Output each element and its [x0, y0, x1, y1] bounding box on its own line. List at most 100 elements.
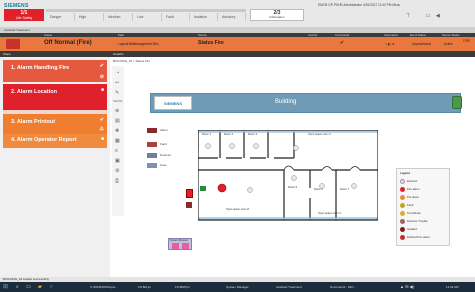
fire-alarm-icon	[400, 187, 405, 192]
alarm-device-icon	[182, 243, 189, 249]
breadcrumb[interactable]: BUILDING_01 > Status Fire	[113, 59, 150, 63]
category-danger[interactable]: Danger	[46, 13, 75, 21]
clock[interactable]: 11:44 AM	[446, 283, 458, 291]
print-icon[interactable]: ⎙	[115, 178, 119, 184]
fire-zone-marker[interactable]	[186, 189, 193, 198]
information-counter[interactable]: 2/3 Information	[250, 9, 304, 21]
taskbar-item[interactable]: FS Bld5.jrn	[175, 283, 190, 291]
sound-icon[interactable]: ◀	[436, 13, 440, 19]
category-medium[interactable]: Medium	[104, 13, 133, 21]
back-icon[interactable]: ↩	[115, 80, 119, 86]
taskbar: ⊞ ⌕ ▭ ▰ e C:\WINDOWS\syst... FS Bld.jrn …	[0, 282, 475, 292]
edit-icon[interactable]: ✎	[115, 90, 119, 96]
step-label: 1. Alarm Handling Fire	[11, 65, 70, 71]
user-info: ENGR-OP-PKHE Administrator 4/20/2017 11:…	[318, 3, 401, 7]
taskbar-item[interactable]: C:\WINDOWS\syst...	[90, 283, 118, 291]
source-status: Active	[444, 42, 453, 46]
search-icon[interactable]: ⌕	[16, 283, 19, 291]
blocked-icon: ⊘	[99, 74, 104, 80]
trouble-icon	[400, 219, 405, 224]
detector-icon	[229, 143, 235, 149]
layers-icon[interactable]: ▤	[115, 118, 120, 124]
information-label: Information	[269, 15, 285, 19]
device-marker[interactable]	[186, 202, 192, 208]
folder-icon[interactable]: ▰	[38, 283, 42, 291]
list-icon[interactable]: ≡	[115, 148, 118, 154]
mini-legend-item: Area	[160, 163, 167, 167]
category-fault[interactable]: Fault	[162, 13, 190, 21]
legend-item: Defined Fire alarm	[400, 235, 430, 240]
tray-icons[interactable]: ▲ ✉ ◀)	[400, 283, 414, 291]
mini-legend-swatch	[147, 163, 157, 168]
room-label: Open space room 9	[318, 211, 341, 215]
detector-icon	[293, 145, 299, 151]
room-label: Room 1	[202, 132, 212, 136]
isolated-icon	[400, 227, 405, 232]
building-logo: SIEMENS	[154, 96, 192, 110]
info-icon[interactable]: ▪ ◧ ⬍	[386, 42, 395, 46]
legend-panel: Legend Detector Fire alarm Pre alarm Fau…	[396, 168, 450, 246]
legend-item: Fault	[400, 203, 413, 208]
step-label: 4. Alarm Operator Report	[11, 137, 77, 143]
category-isolation[interactable]: Isolation	[190, 13, 218, 21]
windows-start-icon[interactable]: ⊞	[3, 283, 8, 291]
detector-icon	[247, 187, 253, 193]
filter-icon[interactable]: ⊤	[406, 13, 410, 19]
floor-plan[interactable]: Room 1 Room 2 Room 3 Open space room 4 R…	[198, 130, 378, 230]
category-advisory[interactable]: Advisory	[218, 13, 246, 21]
system-browser-box[interactable]: System Browser	[168, 238, 192, 250]
room-label: Open space room 8	[226, 207, 249, 211]
mini-legend-swatch	[147, 128, 157, 133]
taskbar-item[interactable]: FS Bld.jrn	[138, 283, 151, 291]
browser-icon[interactable]: e	[50, 283, 53, 291]
legend-label: Detector	[407, 179, 418, 184]
mini-legend-item: Alarm	[160, 128, 168, 132]
building-nav-icon[interactable]	[452, 96, 462, 109]
mini-legend-swatch	[147, 153, 157, 158]
detector-icon	[253, 143, 259, 149]
room-label: Room 5	[288, 185, 298, 189]
grid-icon[interactable]: ▦	[115, 138, 120, 144]
legend-item: Ten-Minute	[400, 211, 421, 216]
category-high[interactable]: High	[75, 13, 104, 21]
life-safety-label: Life Safety	[15, 16, 33, 20]
step-alarm-printout[interactable]: 3. Alarm Printout ✔ ⚠	[3, 114, 107, 134]
pointer-icon[interactable]: ➝	[115, 70, 119, 76]
defined-fire-icon	[400, 235, 405, 240]
fire-label: FIRE	[463, 39, 471, 43]
event-path: Logical.BldManagement.Bld...	[118, 42, 161, 46]
taskbar-item[interactable]: Assisted Treatment	[276, 283, 302, 291]
room-label: Open space room 4	[308, 132, 331, 136]
legend-label: Fault	[407, 203, 414, 208]
show-button[interactable]: SHOW	[113, 99, 122, 103]
step-alarm-operator-report[interactable]: 4. Alarm Operator Report ■	[3, 134, 107, 148]
taskbar-item[interactable]: System Manager	[226, 283, 249, 291]
detector-icon	[400, 179, 405, 184]
room-label: Room 2	[224, 132, 234, 136]
fault-icon	[400, 203, 405, 208]
tools-icon[interactable]: ⚙	[115, 168, 119, 174]
warning-icon: ⚠	[99, 126, 104, 132]
graphic-panel-title: Graphic	[110, 51, 475, 57]
life-safety-counter[interactable]: 1/1 Life Safety	[4, 9, 44, 21]
event-status: Unprocessed	[412, 42, 431, 46]
legend-label: Pre alarm	[407, 195, 420, 200]
event-row[interactable]: Off Normal (Fire) Logical.BldManagement.…	[0, 37, 475, 51]
event-title: Off Normal (Fire)	[44, 40, 92, 46]
fire-alarm-icon	[217, 183, 227, 193]
legend-label: Defined Fire alarm	[407, 235, 431, 240]
legend-item: Fire alarm	[400, 187, 420, 192]
taskbar-item[interactable]: Document1 - Micr...	[330, 283, 356, 291]
event-source: Status Fire	[198, 40, 224, 46]
category-low[interactable]: Low	[133, 13, 162, 21]
pan-icon[interactable]: ✥	[115, 128, 119, 134]
step-alarm-handling-fire[interactable]: 1. Alarm Handling Fire ✔ ⊘	[3, 60, 107, 82]
detector-icon	[351, 183, 357, 189]
window-icon[interactable]: ▭	[426, 13, 431, 19]
zoom-icon[interactable]: ⊕	[115, 108, 119, 114]
exit-icon	[200, 186, 206, 191]
select-icon[interactable]: ▣	[115, 158, 120, 164]
step-alarm-location[interactable]: 2. Alarm Location ■	[3, 84, 107, 110]
task-view-icon[interactable]: ▭	[26, 283, 31, 291]
header-tools: ⊤ ▭ ◀	[406, 13, 440, 19]
